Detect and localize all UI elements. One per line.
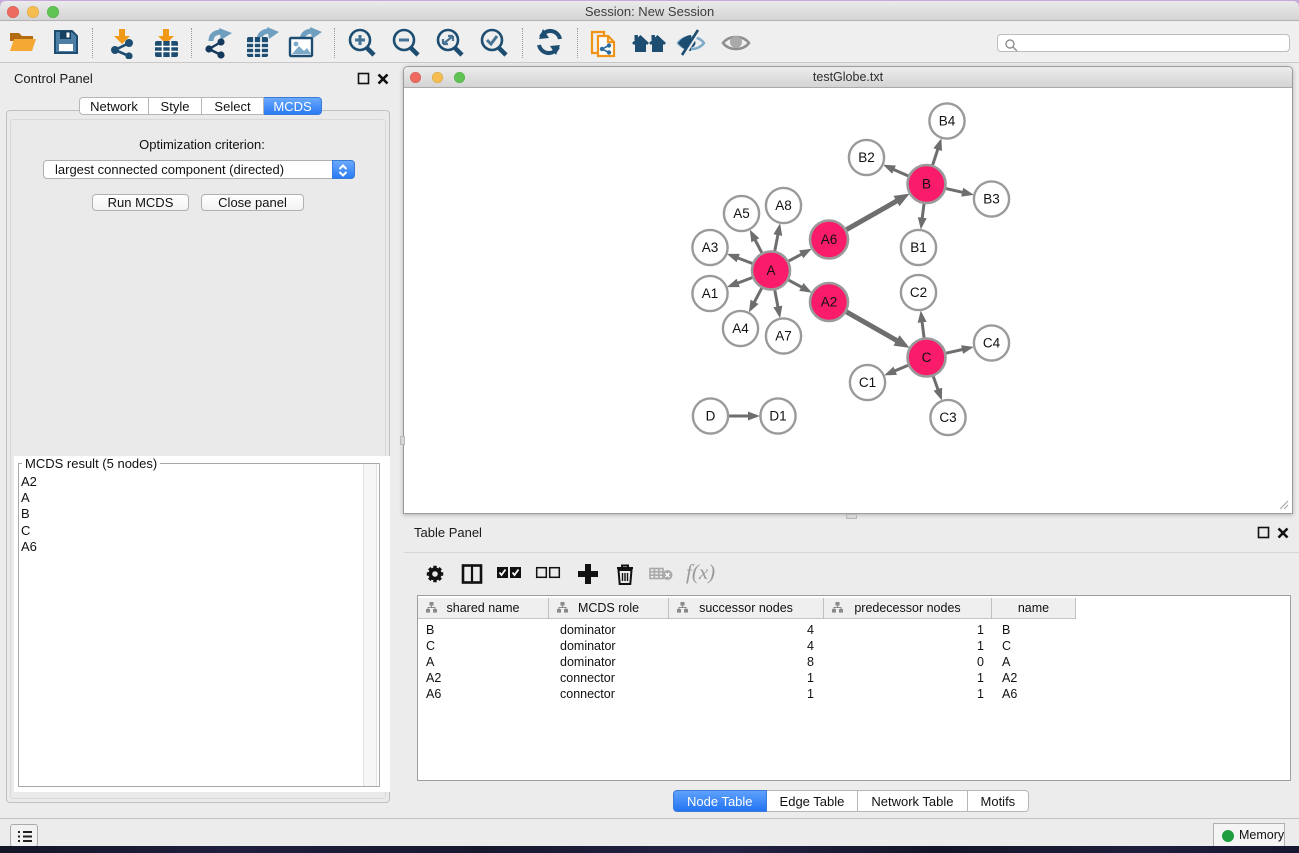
svg-text:B3: B3	[983, 192, 1000, 207]
svg-text:B4: B4	[939, 114, 956, 129]
svg-text:D1: D1	[769, 409, 786, 424]
svg-text:B1: B1	[910, 240, 927, 255]
svg-text:A8: A8	[775, 198, 792, 213]
svg-text:A7: A7	[775, 329, 792, 344]
svg-text:A1: A1	[702, 286, 719, 301]
svg-text:C4: C4	[983, 336, 1001, 351]
svg-text:D: D	[706, 409, 716, 424]
svg-text:A2: A2	[821, 295, 838, 310]
svg-text:C2: C2	[910, 285, 927, 300]
svg-text:B2: B2	[858, 150, 875, 165]
svg-text:A: A	[766, 263, 775, 278]
svg-text:C3: C3	[939, 410, 956, 425]
svg-text:C1: C1	[859, 375, 876, 390]
svg-text:C: C	[922, 350, 932, 365]
svg-text:B: B	[922, 177, 931, 192]
svg-text:A3: A3	[702, 240, 719, 255]
svg-text:A6: A6	[821, 232, 838, 247]
svg-text:A5: A5	[733, 206, 750, 221]
svg-text:A4: A4	[732, 321, 749, 336]
